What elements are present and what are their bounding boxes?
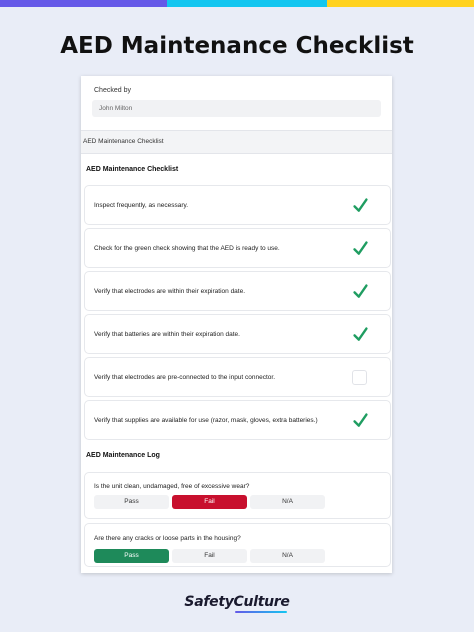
checklist-item-text: Verify that electrodes are pre-connected…	[94, 374, 276, 381]
page-title: AED Maintenance Checklist	[60, 33, 414, 59]
checklist-item-text: Verify that supplies are available for u…	[94, 417, 318, 424]
checklist-item: Inspect frequently, as necessary.	[84, 185, 391, 225]
checklist-items: Inspect frequently, as necessary. Check …	[84, 185, 391, 443]
checklist-form-card: Checked by John Milton AED Maintenance C…	[81, 76, 392, 573]
checklist-item: Verify that electrodes are within their …	[84, 271, 391, 311]
na-button[interactable]: N/A	[250, 549, 325, 563]
checklist-heading: AED Maintenance Checklist	[86, 166, 179, 173]
accent-bar-yellow	[327, 0, 474, 7]
fail-button[interactable]: Fail	[172, 495, 247, 509]
accent-bar-cyan	[167, 0, 327, 7]
checklist-item: Verify that supplies are available for u…	[84, 400, 391, 440]
brand-underline	[235, 611, 287, 613]
checkmark-icon[interactable]	[352, 240, 369, 257]
log-question-card: Are there any cracks or loose parts in t…	[84, 523, 391, 567]
log-question-text: Is the unit clean, undamaged, free of ex…	[94, 483, 250, 490]
checklist-item: Verify that batteries are within their e…	[84, 314, 391, 354]
checklist-item: Check for the green check showing that t…	[84, 228, 391, 268]
checklist-item: Verify that electrodes are pre-connected…	[84, 357, 391, 397]
top-accent-bar	[0, 0, 474, 7]
checkmark-icon[interactable]	[352, 283, 369, 300]
checked-by-field[interactable]: John Milton	[92, 100, 381, 117]
checklist-item-text: Verify that electrodes are within their …	[94, 288, 246, 295]
checklist-item-text: Check for the green check showing that t…	[94, 245, 280, 252]
brand-logo: SafetyCulture	[184, 594, 290, 610]
pass-button[interactable]: Pass	[94, 495, 169, 509]
response-options: Pass Fail N/A	[94, 495, 325, 509]
pass-button[interactable]: Pass	[94, 549, 169, 563]
checklist-item-text: Inspect frequently, as necessary.	[94, 202, 189, 209]
checklist-item-text: Verify that batteries are within their e…	[94, 331, 240, 338]
accent-bar-purple	[0, 0, 167, 7]
log-question-card: Is the unit clean, undamaged, free of ex…	[84, 472, 391, 519]
log-heading: AED Maintenance Log	[86, 452, 160, 459]
section-band: AED Maintenance Checklist	[81, 130, 392, 154]
na-button[interactable]: N/A	[250, 495, 325, 509]
empty-checkbox[interactable]	[352, 370, 367, 385]
checkmark-icon[interactable]	[352, 326, 369, 343]
checked-by-label: Checked by	[94, 87, 131, 94]
response-options: Pass Fail N/A	[94, 549, 325, 563]
checkmark-icon[interactable]	[352, 197, 369, 214]
fail-button[interactable]: Fail	[172, 549, 247, 563]
checkmark-icon[interactable]	[352, 412, 369, 429]
log-question-text: Are there any cracks or loose parts in t…	[94, 535, 241, 542]
